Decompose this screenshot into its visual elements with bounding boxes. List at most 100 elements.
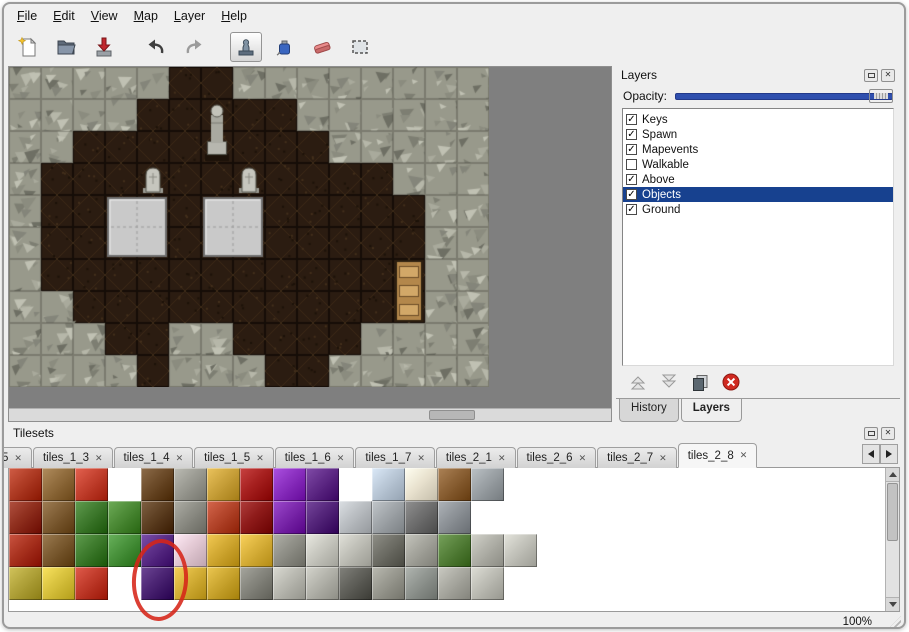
tileset-tile[interactable] <box>438 501 471 534</box>
tileset-tile[interactable] <box>240 534 273 567</box>
tab-close-icon[interactable]: ✕ <box>659 453 667 464</box>
tab-close-icon[interactable]: ✕ <box>740 450 748 461</box>
tileset-tile[interactable] <box>306 534 339 567</box>
tab-close-icon[interactable]: ✕ <box>337 453 345 464</box>
tileset-tile[interactable] <box>42 567 75 600</box>
tab-scroll-right-icon[interactable] <box>880 444 898 464</box>
tileset-tab-tiles_1_5[interactable]: tiles_1_5✕ <box>194 447 274 468</box>
tileset-tile[interactable] <box>471 468 504 501</box>
stamp-tool-button[interactable] <box>230 32 262 62</box>
tileset-vscrollbar[interactable] <box>885 468 899 611</box>
map-view[interactable] <box>8 66 612 422</box>
tileset-tile[interactable] <box>339 534 372 567</box>
layer-visibility-checkbox[interactable]: ✓ <box>626 174 637 185</box>
tab-close-icon[interactable]: ✕ <box>579 453 587 464</box>
tileset-tab-tiles_2_8[interactable]: tiles_2_8✕ <box>678 443 758 468</box>
eraser-tool-button[interactable] <box>306 32 338 62</box>
tileset-tab-tiles_1_7[interactable]: tiles_1_7✕ <box>355 447 435 468</box>
tileset-tile[interactable] <box>108 534 141 567</box>
tab-close-icon[interactable]: ✕ <box>176 453 184 464</box>
menu-item-map[interactable]: Map <box>126 6 166 26</box>
layer-row-objects[interactable]: ✓Objects <box>623 187 893 202</box>
tileset-tile[interactable] <box>141 534 174 567</box>
layer-row-above[interactable]: ✓Above <box>623 172 893 187</box>
layer-row-keys[interactable]: ✓Keys <box>623 112 893 127</box>
tileset-tile[interactable] <box>75 501 108 534</box>
tileset-tile[interactable] <box>240 567 273 600</box>
tileset-tile[interactable] <box>306 501 339 534</box>
tileset-tile[interactable] <box>174 501 207 534</box>
undo-button[interactable] <box>140 32 172 62</box>
save-map-button[interactable] <box>88 32 120 62</box>
tileset-tile[interactable] <box>273 468 306 501</box>
tileset-tile[interactable] <box>108 468 141 501</box>
tileset-tile[interactable] <box>42 534 75 567</box>
tileset-tile[interactable] <box>141 468 174 501</box>
panel-tab-layers[interactable]: Layers <box>681 399 742 422</box>
close-panel-icon[interactable]: ✕ <box>881 427 895 440</box>
tileset-tile[interactable] <box>141 567 174 600</box>
tileset-tile[interactable] <box>405 468 438 501</box>
tileset-tile[interactable] <box>240 501 273 534</box>
tileset-tile[interactable] <box>174 534 207 567</box>
layer-visibility-checkbox[interactable]: ✓ <box>626 144 637 155</box>
tileset-tile[interactable] <box>75 534 108 567</box>
tileset-tile[interactable] <box>405 567 438 600</box>
open-map-button[interactable] <box>50 32 82 62</box>
tileset-tile[interactable] <box>108 567 141 600</box>
lower-layer-button[interactable] <box>659 372 679 392</box>
tileset-tile[interactable] <box>9 534 42 567</box>
duplicate-layer-button[interactable] <box>690 372 710 392</box>
redo-button[interactable] <box>178 32 210 62</box>
layer-row-mapevents[interactable]: ✓Mapevents <box>623 142 893 157</box>
layer-visibility-checkbox[interactable]: ✓ <box>626 114 637 125</box>
tileset-tile[interactable] <box>240 468 273 501</box>
tileset-tile[interactable] <box>207 534 240 567</box>
menu-item-layer[interactable]: Layer <box>166 6 213 26</box>
resize-grip[interactable] <box>888 616 901 629</box>
tileset-tile[interactable] <box>471 534 504 567</box>
tileset-tile[interactable] <box>9 567 42 600</box>
tab-scroll-left-icon[interactable] <box>862 444 880 464</box>
fill-tool-button[interactable] <box>268 32 300 62</box>
tileset-tile[interactable] <box>504 468 537 501</box>
map-hscrollbar[interactable] <box>9 408 611 421</box>
tileset-tile[interactable] <box>75 468 108 501</box>
tileset-tile[interactable] <box>9 468 42 501</box>
new-map-button[interactable] <box>12 32 44 62</box>
tileset-tab-tiles_2_1[interactable]: tiles_2_1✕ <box>436 447 516 468</box>
layer-row-ground[interactable]: ✓Ground <box>623 202 893 217</box>
tab-close-icon[interactable]: ✕ <box>256 453 264 464</box>
tileset-tab-5[interactable]: 5✕ <box>2 447 32 468</box>
close-panel-icon[interactable]: ✕ <box>881 69 895 82</box>
menu-item-file[interactable]: File <box>9 6 45 26</box>
layer-visibility-checkbox[interactable]: ✓ <box>626 204 637 215</box>
tileset-tile[interactable] <box>405 501 438 534</box>
scroll-up-icon[interactable] <box>886 468 899 482</box>
layer-row-walkable[interactable]: Walkable <box>623 157 893 172</box>
layer-visibility-checkbox[interactable]: ✓ <box>626 129 637 140</box>
tab-close-icon[interactable]: ✕ <box>417 453 425 464</box>
layer-visibility-checkbox[interactable]: ✓ <box>626 189 637 200</box>
tileset-tile[interactable] <box>42 468 75 501</box>
menu-item-help[interactable]: Help <box>213 6 255 26</box>
tileset-tab-tiles_1_4[interactable]: tiles_1_4✕ <box>114 447 194 468</box>
tab-close-icon[interactable]: ✕ <box>95 453 103 464</box>
menu-item-view[interactable]: View <box>83 6 126 26</box>
tileset-tile[interactable] <box>471 501 504 534</box>
tileset-tile[interactable] <box>306 468 339 501</box>
tab-close-icon[interactable]: ✕ <box>498 453 506 464</box>
float-panel-icon[interactable] <box>864 69 878 82</box>
tileset-tile[interactable] <box>372 534 405 567</box>
float-panel-icon[interactable] <box>864 427 878 440</box>
tileset-content[interactable] <box>8 468 900 612</box>
tileset-tile[interactable] <box>438 468 471 501</box>
tileset-tile[interactable] <box>42 501 75 534</box>
tileset-tile[interactable] <box>207 501 240 534</box>
tileset-tile[interactable] <box>141 501 174 534</box>
tileset-tile[interactable] <box>108 501 141 534</box>
select-tool-button[interactable] <box>344 32 376 62</box>
tileset-tab-tiles_2_7[interactable]: tiles_2_7✕ <box>597 447 677 468</box>
tileset-tile[interactable] <box>207 567 240 600</box>
tileset-tile[interactable] <box>438 567 471 600</box>
